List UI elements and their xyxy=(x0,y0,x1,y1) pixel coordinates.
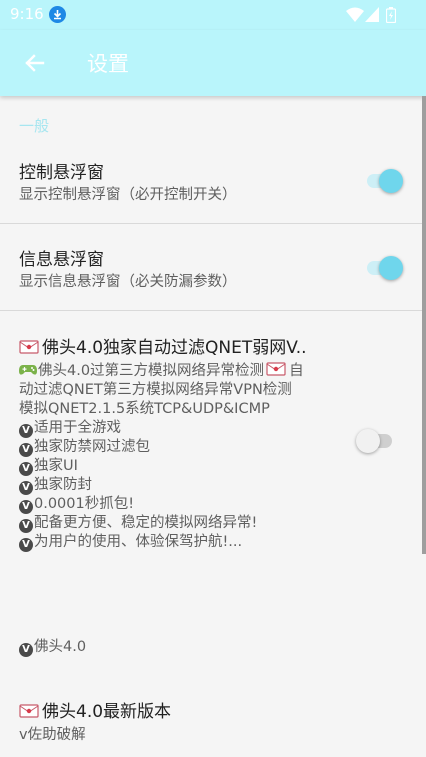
feature-title-text: 佛头4.0独家自动过滤QNET弱网V.. xyxy=(42,338,307,358)
switch-thumb xyxy=(379,256,403,280)
feature-line: 动过滤QNET第三方模拟网络异常VPN检测 xyxy=(19,382,292,398)
pref-summary: 显示信息悬浮窗（必关防漏参数） xyxy=(19,274,237,290)
pref-summary: 显示控制悬浮窗（必开控制开关） xyxy=(19,187,237,203)
version-text: 佛头4.0 xyxy=(34,639,87,655)
pref-floating-control[interactable]: 控制悬浮窗 显示控制悬浮窗（必开控制开关） xyxy=(0,140,426,223)
floating-info-switch[interactable] xyxy=(365,254,403,280)
line-text: 适用于全游戏 xyxy=(34,420,121,436)
battery-icon xyxy=(385,7,397,27)
floating-control-switch[interactable] xyxy=(365,167,403,193)
line-text: 配备更方便、稳定的模拟网络异常! xyxy=(34,515,258,531)
app-bar: 设置 xyxy=(0,30,426,96)
version-label: V 佛头4.0 xyxy=(19,635,86,657)
download-icon xyxy=(49,6,66,23)
line-text: 独家UI xyxy=(34,458,78,474)
latest-summary: v佐助破解 xyxy=(19,727,86,743)
line-text: 为用户的使用、体验保驾护航!... xyxy=(34,534,243,550)
signal-icon xyxy=(365,7,379,26)
latest-title-text: 佛头4.0最新版本 xyxy=(42,702,172,722)
pref-feature[interactable]: 佛头4.0独家自动过滤QNET弱网V.. 佛头4.0过第三方模拟网络异常检测 自… xyxy=(0,311,426,621)
line-text: 自 xyxy=(289,363,304,379)
envelope-icon xyxy=(19,339,39,355)
switch-thumb xyxy=(379,169,403,193)
latest-title: 佛头4.0最新版本 xyxy=(19,697,171,722)
feature-line: V 为用户的使用、体验保驾护航!... xyxy=(19,530,242,552)
pref-floating-info[interactable]: 信息悬浮窗 显示信息悬浮窗（必关防漏参数） xyxy=(0,224,426,310)
section-header: 一般 xyxy=(19,117,50,135)
v-circle-icon: V xyxy=(19,538,33,552)
pref-title: 控制悬浮窗 xyxy=(19,163,104,183)
envelope-icon xyxy=(266,361,286,377)
v-circle-icon: V xyxy=(19,643,33,657)
wifi-icon xyxy=(346,7,364,26)
status-bar: 9:16 xyxy=(0,0,426,30)
scrollbar[interactable] xyxy=(422,96,426,554)
pref-title: 信息悬浮窗 xyxy=(19,250,104,270)
back-arrow-icon[interactable] xyxy=(22,50,48,76)
page-title: 设置 xyxy=(87,52,129,76)
feature-line: 模拟QNET2.1.5系统TCP&UDP&ICMP xyxy=(19,401,270,417)
line-text: 佛头4.0过第三方模拟网络异常检测 xyxy=(38,363,265,379)
feature-title: 佛头4.0独家自动过滤QNET弱网V.. xyxy=(19,333,307,358)
envelope-icon xyxy=(19,703,39,719)
line-text: 独家防禁网过滤包 xyxy=(34,439,150,455)
line-text: 独家防封 xyxy=(34,477,92,493)
switch-thumb xyxy=(356,429,380,453)
status-time: 9:16 xyxy=(10,5,44,23)
pref-latest-version[interactable]: 佛头4.0最新版本 v佐助破解 xyxy=(0,680,426,757)
line-text: 0.0001秒抓包! xyxy=(34,496,135,512)
feature-switch[interactable] xyxy=(356,427,394,453)
